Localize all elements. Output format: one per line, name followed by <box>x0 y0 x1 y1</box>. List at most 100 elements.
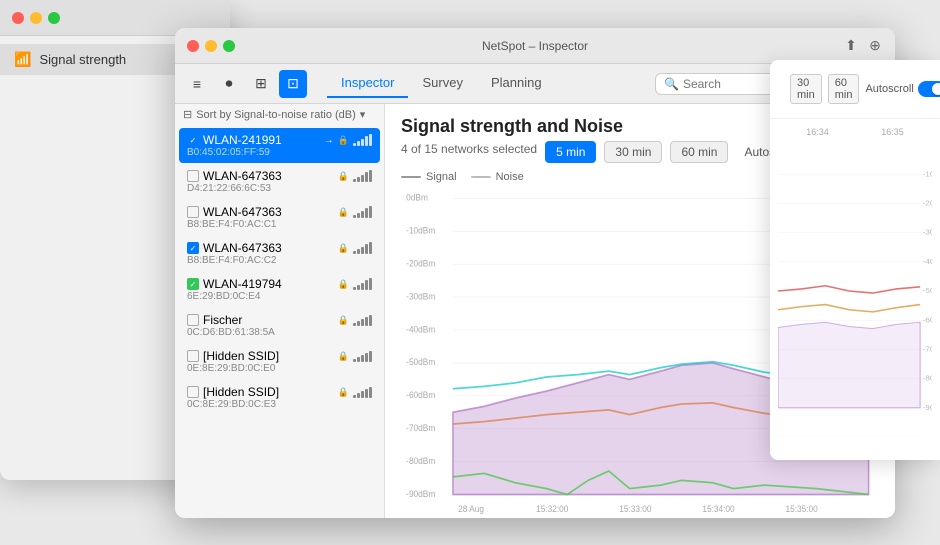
svg-text:-60dBm: -60dBm <box>406 390 435 401</box>
network-mac-5: 0C:D6:BD:61:38:5A <box>187 327 372 338</box>
svg-text:0dBm: 0dBm <box>406 192 428 203</box>
network-mac-1: D4:21:22:66:6C:53 <box>187 183 372 194</box>
check-icon-6 <box>187 350 199 362</box>
signal-bars-3 <box>353 242 372 254</box>
toolbar-menu-btn[interactable]: ≡ <box>183 70 211 98</box>
network-mac-7: 0C:8E:29:BD:0C:E3 <box>187 399 372 410</box>
tab-planning[interactable]: Planning <box>477 69 556 98</box>
network-mac-0: B0:45:02:05:FF:59 <box>187 147 372 158</box>
time-btn-5min[interactable]: 5 min <box>545 141 596 163</box>
network-name-5: Fischer <box>203 313 334 327</box>
network-name-4: WLAN-419794 <box>203 277 334 291</box>
svg-text:15:32:00: 15:32:00 <box>536 504 568 515</box>
svg-text:-90: -90 <box>923 403 932 411</box>
lock-icon-6: 🔒 <box>338 351 349 362</box>
check-icon-3: ✓ <box>187 242 199 254</box>
sort-label: Sort by Signal-to-noise ratio (dB) <box>196 109 356 121</box>
network-item-0[interactable]: ✓ WLAN-241991 → 🔒 B0:45:02:05:FF:59 <box>179 128 380 163</box>
window-title: NetSpot – Inspector <box>482 39 588 53</box>
svg-text:-30dBm: -30dBm <box>406 291 435 302</box>
check-icon-0: ✓ <box>187 134 199 146</box>
network-mac-4: 6E:29:BD:0C:E4 <box>187 291 372 302</box>
network-item-5[interactable]: Fischer 🔒 0C:D6:BD:61:38:5A <box>179 308 380 343</box>
title-bar: NetSpot – Inspector ⬆ ⊕ <box>175 28 895 64</box>
sidebar-min-btn[interactable] <box>30 12 42 24</box>
traffic-lights <box>187 40 235 52</box>
tab-inspector[interactable]: Inspector <box>327 69 408 98</box>
legend-signal: Signal <box>401 171 457 183</box>
network-item-6[interactable]: [Hidden SSID] 🔒 0E:8E:29:BD:0C:E0 <box>179 344 380 379</box>
mini-chart-area: -10 -20 -30 -40 -50 -60 -70 -80 -90 <box>770 141 940 441</box>
svg-text:-50dBm: -50dBm <box>406 357 435 368</box>
check-icon-7 <box>187 386 199 398</box>
svg-text:-50: -50 <box>923 287 932 295</box>
lock-icon-2: 🔒 <box>338 207 349 218</box>
network-item-7[interactable]: [Hidden SSID] 🔒 0C:8E:29:BD:0C:E3 <box>179 380 380 415</box>
mini-toggle-knob <box>932 83 940 95</box>
network-item-3[interactable]: ✓ WLAN-647363 🔒 B8:BE:F4:F0:AC:C2 <box>179 236 380 271</box>
window-action-icon[interactable]: ⊕ <box>867 38 883 54</box>
svg-text:-90dBm: -90dBm <box>406 488 435 499</box>
mini-panel-header: 30 min 60 min Autoscroll <box>770 60 940 119</box>
network-name-1: WLAN-647363 <box>203 169 334 183</box>
signal-bars-4 <box>353 278 372 290</box>
network-list: ✓ WLAN-241991 → 🔒 B0:45:02:05:FF:59 <box>175 125 384 418</box>
sidebar-traffic-lights <box>12 12 60 24</box>
svg-text:-80dBm: -80dBm <box>406 455 435 466</box>
sidebar-close-btn[interactable] <box>12 12 24 24</box>
arrow-icon-0: → <box>324 135 334 146</box>
check-icon-2 <box>187 206 199 218</box>
network-mac-2: B8:BE:F4:F0:AC:C1 <box>187 219 372 230</box>
lock-icon-7: 🔒 <box>338 387 349 398</box>
mini-chart-svg: -10 -20 -30 -40 -50 -60 -70 -80 -90 <box>778 145 932 437</box>
sort-bar[interactable]: ⊟ Sort by Signal-to-noise ratio (dB) ▾ <box>175 104 384 125</box>
signal-bars-7 <box>353 386 372 398</box>
sidebar-max-btn[interactable] <box>48 12 60 24</box>
svg-text:-10dBm: -10dBm <box>406 225 435 236</box>
lock-icon-0: 🔒 <box>338 135 349 146</box>
toolbar-layout-btn[interactable]: ⊡ <box>279 70 307 98</box>
mini-autoscroll-label: Autoscroll <box>865 83 913 95</box>
close-btn[interactable] <box>187 40 199 52</box>
mini-autoscroll-toggle[interactable] <box>918 81 940 97</box>
mini-time-60min[interactable]: 60 min <box>828 74 860 104</box>
minimize-btn[interactable] <box>205 40 217 52</box>
mini-panel-body: 16:34 16:35 <box>770 119 940 445</box>
title-bar-controls: ⬆ ⊕ <box>843 38 883 54</box>
network-name-6: [Hidden SSID] <box>203 349 334 363</box>
network-mac-6: 0E:8E:29:BD:0C:E0 <box>187 363 372 374</box>
nav-tabs: Inspector Survey Planning <box>327 69 556 98</box>
mini-time-controls: 30 min 60 min Autoscroll <box>780 68 940 110</box>
lock-icon-4: 🔒 <box>338 279 349 290</box>
svg-text:-30: -30 <box>923 228 932 236</box>
window-share-icon[interactable]: ⬆ <box>843 38 859 54</box>
mini-time-30min[interactable]: 30 min <box>790 74 822 104</box>
search-icon: 🔍 <box>664 77 679 91</box>
network-item-4[interactable]: ✓ WLAN-419794 🔒 6E:29:BD:0C:E4 <box>179 272 380 307</box>
right-mini-panel: 30 min 60 min Autoscroll 16:34 16:35 <box>770 60 940 460</box>
lock-icon-1: 🔒 <box>338 171 349 182</box>
network-name-0: WLAN-241991 <box>203 133 320 147</box>
chart-subtitle: 4 of 15 networks selected <box>401 142 537 156</box>
svg-text:15:34:00: 15:34:00 <box>702 504 734 515</box>
sidebar-item-label: Signal strength <box>39 52 126 67</box>
toolbar-grid-btn[interactable]: ⊞ <box>247 70 275 98</box>
legend-signal-label: Signal <box>426 171 457 183</box>
network-item-2[interactable]: WLAN-647363 🔒 B8:BE:F4:F0:AC:C1 <box>179 200 380 235</box>
maximize-btn[interactable] <box>223 40 235 52</box>
mini-x-label-1: 16:35 <box>881 127 904 137</box>
network-item-1[interactable]: WLAN-647363 🔒 D4:21:22:66:6C:53 <box>179 164 380 199</box>
time-btn-30min[interactable]: 30 min <box>604 141 662 163</box>
signal-icon: 📶 <box>14 51 31 68</box>
tab-survey[interactable]: Survey <box>408 69 476 98</box>
lock-icon-5: 🔒 <box>338 315 349 326</box>
svg-text:-80: -80 <box>923 374 932 382</box>
svg-text:15:33:00: 15:33:00 <box>619 504 651 515</box>
network-name-2: WLAN-647363 <box>203 205 334 219</box>
time-btn-60min[interactable]: 60 min <box>670 141 728 163</box>
signal-bars-6 <box>353 350 372 362</box>
svg-text:-20dBm: -20dBm <box>406 258 435 269</box>
toolbar-record-btn[interactable]: ⏺ <box>215 70 243 98</box>
lock-icon-3: 🔒 <box>338 243 349 254</box>
legend-noise-line <box>471 176 491 178</box>
